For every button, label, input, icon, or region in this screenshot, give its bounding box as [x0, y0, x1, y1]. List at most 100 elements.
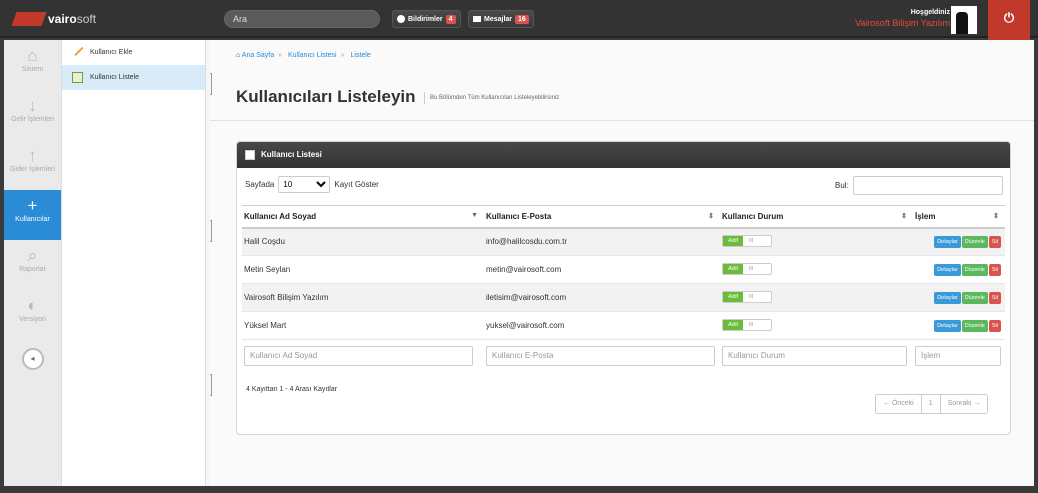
messages-button[interactable]: Mesajlar 16: [468, 10, 534, 28]
filter-action-input[interactable]: İşlem: [915, 345, 1001, 366]
table-info: 4 Kayıttan 1 - 4 Arası Kayıtlar: [246, 386, 338, 393]
arrow-down-icon: ↓: [28, 96, 37, 115]
status-toggle[interactable]: Aktif III: [722, 234, 772, 247]
breadcrumb-user-list[interactable]: Kullanıcı Listesi: [288, 52, 337, 59]
detail-button[interactable]: Detaylar: [934, 319, 961, 332]
sidebar-item-sistem[interactable]: ⌂ Sistem: [4, 40, 61, 90]
user-table: Kullanıcı Ad Soyad ▼ Kullanıcı E-Posta ⇕ K…: [242, 205, 1005, 372]
notifications-count-badge: 4: [445, 14, 456, 24]
table-icon: [245, 150, 255, 160]
edit-button[interactable]: Düzenle: [961, 291, 988, 304]
cell-email: yuksel@vairosoft.com: [484, 311, 720, 340]
column-header-email[interactable]: Kullanıcı E-Posta ⇕: [484, 205, 720, 229]
alert-icon: [397, 15, 405, 23]
column-header-action[interactable]: İşlem ⇕: [913, 205, 1005, 229]
delete-button[interactable]: Sil: [988, 291, 1001, 304]
submenu-item-add-user[interactable]: Kullanıcı Ekle: [62, 40, 205, 65]
collapse-sidebar-button[interactable]: ◂: [21, 348, 44, 370]
cell-email: metin@vairosoft.com: [484, 255, 720, 284]
page-subtitle: Bu Bölümden Tüm Kullanıcıları Listeleyeb…: [424, 92, 559, 104]
table-row: Halil Coşdu info@halilcosdu.com.tr Aktif…: [242, 227, 1005, 256]
breadcrumb-list[interactable]: Listele: [350, 52, 370, 59]
logo[interactable]: vairosoft: [11, 10, 96, 28]
detail-button[interactable]: Detaylar: [934, 235, 961, 248]
status-toggle[interactable]: Aktif III: [722, 262, 772, 275]
welcome-text: Hoşgeldiniz: [910, 9, 950, 16]
home-icon: ⌂: [27, 46, 38, 65]
column-header-name[interactable]: Kullanıcı Ad Soyad ▼: [242, 205, 484, 229]
wand-icon: [71, 43, 84, 57]
search-input[interactable]: Ara: [224, 10, 380, 28]
search-control: Bul:: [835, 176, 1003, 195]
next-page-button[interactable]: Sonraki →: [941, 395, 988, 413]
sort-icon: ⇕: [708, 213, 714, 220]
cell-email: info@halilcosdu.com.tr: [484, 227, 720, 256]
page-length-control: Sayfada 10 Kayıt Göster: [245, 176, 379, 193]
breadcrumb: ⌂ Ana Sayfa» Kullanıcı Listesi» Listele: [236, 52, 371, 59]
sort-icon: ⇕: [901, 213, 907, 220]
filter-name-input[interactable]: Kullanıcı Ad Soyad: [244, 345, 473, 366]
edit-button[interactable]: Düzenle: [961, 263, 988, 276]
arrow-up-icon: ↑: [28, 146, 37, 165]
sidebar-item-versiyon[interactable]: ◐ Versiyon: [4, 290, 61, 340]
company-name[interactable]: Vairosoft Bilişim Yazılım: [855, 18, 950, 28]
toggle-icon: ◐: [27, 296, 38, 315]
resize-handle[interactable]: [210, 73, 212, 95]
divider: [210, 120, 1034, 121]
sort-desc-icon: ▼: [471, 212, 478, 219]
submenu: Kullanıcı Ekle Kullanıcı Listele: [62, 40, 206, 486]
paperclip-icon: ⌕: [27, 246, 38, 265]
welcome-block: Hoşgeldiniz Vairosoft Bilişim Yazılım: [855, 9, 950, 28]
pagination: ← Önceki 1 Sonraki →: [875, 394, 989, 414]
column-header-status[interactable]: Kullanıcı Durum ⇕: [720, 205, 913, 229]
detail-button[interactable]: Detaylar: [934, 263, 961, 276]
status-toggle[interactable]: Aktif III: [722, 318, 772, 331]
notifications-button[interactable]: Bildirimler 4: [392, 10, 461, 28]
cell-name: Metin Seylan: [242, 255, 484, 284]
cell-name: Yüksel Mart: [242, 311, 484, 340]
sidebar-item-gelir[interactable]: ↓ Gelir İşlemleri: [4, 90, 61, 140]
messages-count-badge: 16: [515, 14, 529, 24]
edit-button[interactable]: Düzenle: [961, 319, 988, 332]
delete-button[interactable]: Sil: [988, 319, 1001, 332]
edit-button[interactable]: Düzenle: [961, 235, 988, 248]
avatar[interactable]: [951, 6, 977, 34]
envelope-icon: [473, 16, 481, 22]
resize-handle[interactable]: [210, 374, 212, 396]
add-user-icon: +: [27, 196, 38, 215]
table-icon: [72, 72, 83, 83]
table-row: Vairosoft Bilişim Yazılım iletisim@vairo…: [242, 283, 1005, 312]
icon-sidebar: ⌂ Sistem ↓ Gelir İşlemleri ↑ Gider İşlem…: [4, 40, 62, 486]
content-area: ⌂ Ana Sayfa» Kullanıcı Listesi» Listele …: [210, 40, 1034, 486]
main-frame: ⌂ Sistem ↓ Gelir İşlemleri ↑ Gider İşlem…: [4, 40, 1034, 486]
cell-name: Vairosoft Bilişim Yazılım: [242, 283, 484, 312]
page-number[interactable]: 1: [922, 395, 941, 413]
delete-button[interactable]: Sil: [988, 263, 1001, 276]
filter-email-input[interactable]: Kullanıcı E-Posta: [486, 345, 715, 366]
detail-button[interactable]: Detaylar: [934, 291, 961, 304]
sidebar-item-gider[interactable]: ↑ Gider İşlemleri: [4, 140, 61, 190]
table-search-input[interactable]: [852, 176, 1003, 195]
table-row: Yüksel Mart yuksel@vairosoft.com Aktif II…: [242, 311, 1005, 340]
filter-status-input[interactable]: Kullanıcı Durum: [722, 345, 907, 366]
breadcrumb-home[interactable]: Ana Sayfa: [242, 52, 274, 59]
user-list-panel: Kullanıcı Listesi Sayfada 10 Kayıt Göste…: [236, 141, 1011, 435]
sort-icon: ⇕: [993, 213, 999, 220]
resize-handle[interactable]: [210, 220, 212, 242]
logo-mark-icon: [11, 12, 47, 26]
page-length-select[interactable]: 10: [278, 176, 331, 193]
status-toggle[interactable]: Aktif III: [722, 290, 772, 303]
cell-email: iletisim@vairosoft.com: [484, 283, 720, 312]
prev-page-button[interactable]: ← Önceki: [876, 395, 922, 413]
page-title: Kullanıcıları Listeleyin: [236, 87, 416, 106]
sidebar-item-kullanicilar[interactable]: + Kullanıcılar: [4, 190, 61, 240]
cell-name: Halil Coşdu: [242, 227, 484, 256]
table-row: Metin Seylan metin@vairosoft.com Aktif II…: [242, 255, 1005, 284]
panel-header: Kullanıcı Listesi: [237, 142, 1010, 168]
power-icon: ⏻: [1003, 10, 1015, 25]
filter-row: Kullanıcı Ad Soyad Kullanıcı E-Posta Kul…: [242, 340, 1005, 372]
top-bar: vairosoft Ara Bildirimler 4 Mesajlar 16 …: [0, 0, 1038, 38]
submenu-item-list-users[interactable]: Kullanıcı Listele: [62, 65, 205, 90]
sidebar-item-raporlar[interactable]: ⌕ Raporlar: [4, 240, 61, 290]
delete-button[interactable]: Sil: [988, 235, 1001, 248]
